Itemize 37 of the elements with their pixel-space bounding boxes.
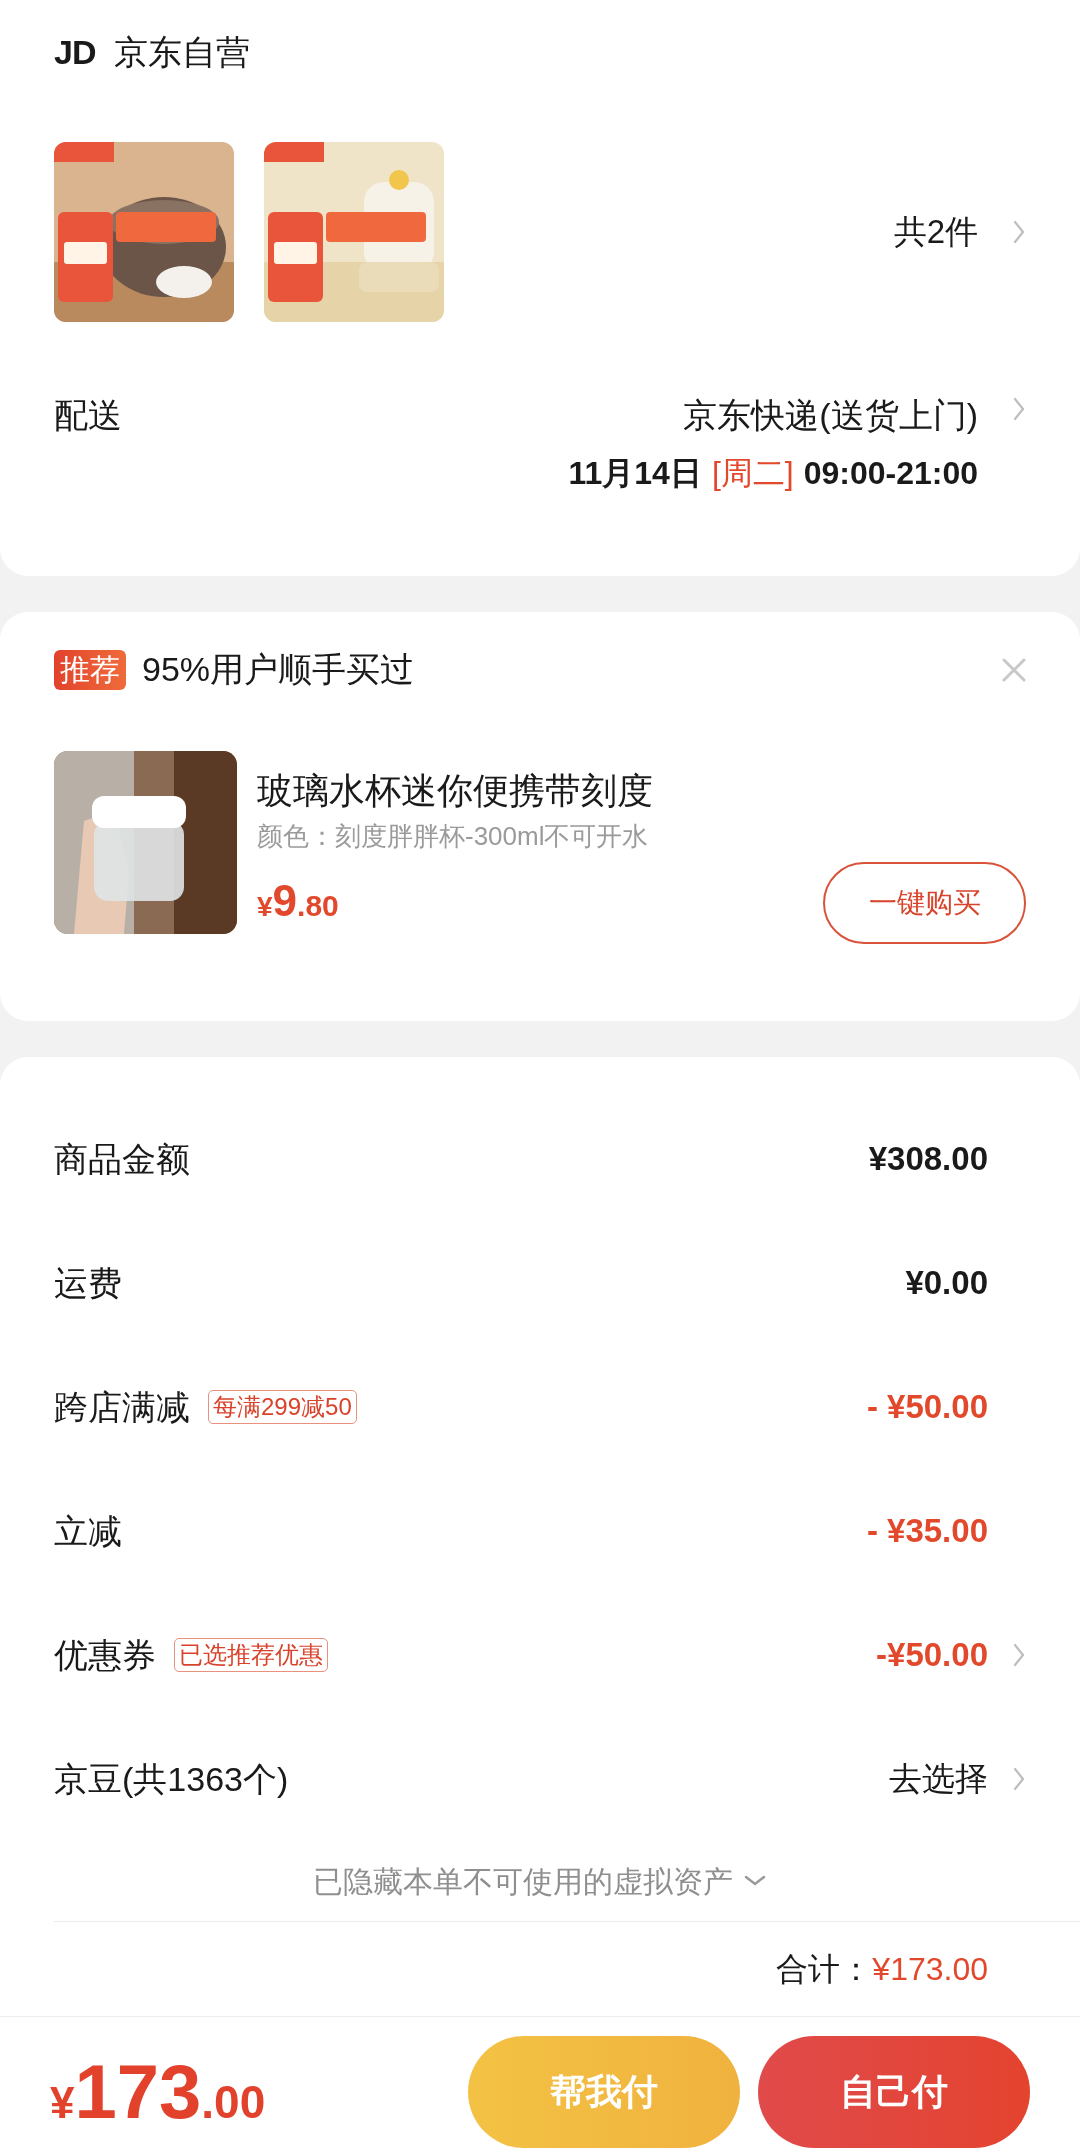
promo-tag: 已选推荐优惠 bbox=[174, 1638, 328, 1672]
product-price: ¥9.80 bbox=[257, 875, 340, 927]
fee-value[interactable]: 去选择 bbox=[889, 1754, 988, 1804]
shop-name: 京东自营 bbox=[113, 31, 250, 73]
promo-tag: 每满299减50 bbox=[208, 1390, 357, 1424]
item-count[interactable]: 共2件 bbox=[893, 207, 978, 257]
chevron-down-icon[interactable] bbox=[743, 1874, 767, 1888]
delivery-weekday: [周二] bbox=[711, 454, 794, 493]
fee-value: ¥308.00 bbox=[868, 1139, 988, 1180]
recommend-badge: 推荐 bbox=[54, 649, 126, 690]
product-title[interactable]: 玻璃水杯迷你便携带刻度 bbox=[257, 769, 653, 813]
shop-logo: JD bbox=[54, 31, 96, 73]
fee-label: 立减 bbox=[54, 1510, 122, 1552]
delivery-time: 09:00-21:00 bbox=[803, 454, 978, 493]
recommend-title: 95%用户顺手买过 bbox=[142, 649, 415, 690]
delivery-date: 11月14日 bbox=[568, 454, 702, 493]
subtotal-label: 合计： bbox=[776, 1950, 873, 1989]
chevron-right-icon bbox=[1012, 396, 1026, 422]
fee-value: - ¥35.00 bbox=[866, 1511, 988, 1552]
delivery-method[interactable]: 京东快递(送货上门) bbox=[683, 390, 978, 441]
fee-label: 商品金额 bbox=[54, 1138, 190, 1180]
fee-label: 运费 bbox=[54, 1262, 122, 1304]
total-price: ¥173.00 bbox=[50, 2047, 266, 2136]
fee-value: ¥0.00 bbox=[905, 1263, 988, 1304]
buy-now-button[interactable]: 一键购买 bbox=[823, 862, 1026, 944]
pay-button[interactable]: 自己付 bbox=[758, 2035, 1030, 2148]
delivery-label: 配送 bbox=[54, 395, 122, 436]
fee-label: 京豆(共1363个) bbox=[54, 1758, 289, 1800]
fee-value: - ¥50.00 bbox=[866, 1387, 988, 1428]
close-icon[interactable] bbox=[1002, 657, 1026, 682]
fee-label: 优惠券 bbox=[54, 1634, 156, 1676]
product-spec: 颜色：刻度胖胖杯-300ml不可开水 bbox=[257, 820, 650, 853]
fee-value[interactable]: -¥50.00 bbox=[876, 1630, 988, 1680]
subtotal-value: ¥173.00 bbox=[872, 1950, 988, 1989]
hidden-assets-text[interactable]: 已隐藏本单不可使用的虚拟资产 bbox=[313, 1858, 733, 1904]
chevron-right-icon bbox=[1012, 219, 1026, 245]
fee-label: 跨店满减 bbox=[54, 1386, 190, 1428]
